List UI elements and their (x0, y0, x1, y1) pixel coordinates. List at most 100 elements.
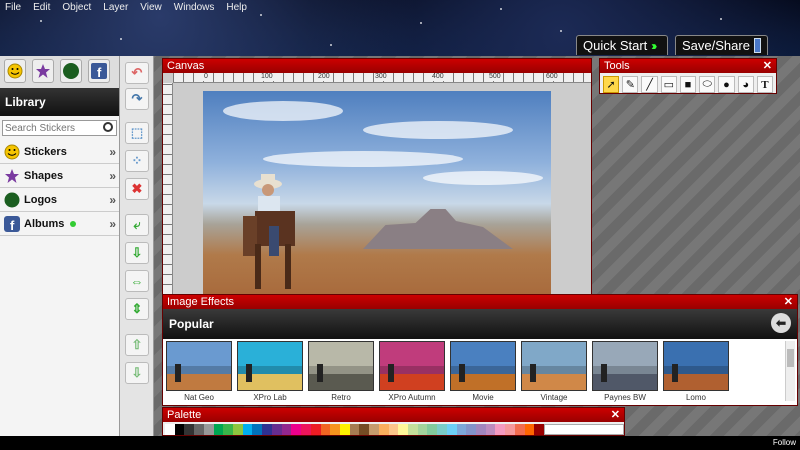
follow-link[interactable]: Follow (773, 438, 796, 447)
chevrons-right-icon[interactable]: » (109, 145, 115, 159)
menu-help[interactable]: Help (221, 0, 254, 16)
color-swatch[interactable] (233, 424, 243, 435)
undo-button[interactable]: ↶ (125, 62, 149, 84)
color-swatch[interactable] (456, 424, 467, 435)
color-swatch[interactable] (271, 424, 282, 435)
chevrons-right-icon[interactable]: » (109, 193, 115, 207)
effect-thumbnail[interactable]: Paynes BW (591, 341, 659, 405)
delete-button[interactable]: ✖ (125, 178, 149, 200)
color-swatch[interactable] (320, 424, 331, 435)
shapes-tab-button[interactable] (32, 59, 54, 83)
scrollbar-thumb[interactable] (787, 349, 794, 367)
color-swatch[interactable] (194, 424, 204, 435)
sticker-search-input[interactable] (3, 121, 99, 135)
library-item-shapes[interactable]: Shapes » (0, 164, 119, 188)
effect-thumbnail[interactable]: Lomo (662, 341, 730, 405)
close-icon[interactable]: ✕ (784, 295, 793, 309)
search-icon[interactable] (103, 122, 113, 132)
chevrons-right-icon[interactable]: » (109, 169, 115, 183)
color-swatch[interactable] (281, 424, 292, 435)
flip-vertical-button[interactable]: ⇕ (125, 298, 149, 320)
color-swatch[interactable] (446, 424, 457, 435)
color-swatch[interactable] (388, 424, 399, 435)
effect-thumbnail[interactable]: Nat Geo (165, 341, 233, 405)
rectangle-filled-tool-button[interactable]: ■ (679, 76, 697, 93)
color-swatch[interactable] (495, 424, 506, 435)
color-swatch[interactable] (534, 424, 545, 435)
color-swatch[interactable] (310, 424, 321, 435)
color-swatch[interactable] (407, 424, 418, 435)
color-swatch[interactable] (223, 424, 234, 435)
menu-file[interactable]: File (0, 0, 28, 16)
menu-windows[interactable]: Windows (169, 0, 222, 16)
effect-thumbnail[interactable]: Vintage (520, 341, 588, 405)
color-swatch[interactable] (330, 424, 340, 435)
effect-thumbnail[interactable]: Movie (449, 341, 517, 405)
color-swatch[interactable] (203, 424, 214, 435)
color-swatch[interactable] (466, 424, 476, 435)
color-swatch[interactable] (514, 424, 525, 435)
color-swatch[interactable] (349, 424, 360, 435)
effect-thumbnail[interactable]: XPro Lab (236, 341, 304, 405)
stickers-tab-button[interactable] (4, 59, 26, 83)
library-item-logos[interactable]: Logos » (0, 188, 119, 212)
color-swatch[interactable] (165, 424, 175, 435)
flip-horizontal-button[interactable]: ⇔ (125, 270, 149, 292)
line-tool-button[interactable]: ╱ (641, 76, 658, 93)
color-swatch[interactable] (174, 424, 185, 435)
pointer-tool-button[interactable]: ➚ (603, 76, 620, 93)
color-swatch[interactable] (485, 424, 496, 435)
logos-tab-button[interactable] (60, 59, 82, 83)
select-all-button[interactable]: ⬚ (125, 122, 149, 144)
menu-edit[interactable]: Edit (28, 0, 57, 16)
bring-forward-button[interactable]: ⇧ (125, 334, 149, 356)
back-arrow-icon[interactable]: ⬅ (771, 313, 791, 333)
color-swatch[interactable] (398, 424, 408, 435)
save-share-button[interactable]: Save/Share (675, 35, 768, 55)
color-swatch[interactable] (476, 424, 486, 435)
color-swatch[interactable] (359, 424, 370, 435)
rectangle-outline-tool-button[interactable]: ▭ (660, 76, 677, 93)
move-down-button[interactable]: ⤶ (125, 214, 149, 236)
close-icon[interactable]: ✕ (763, 59, 772, 73)
menu-layer[interactable]: Layer (98, 0, 135, 16)
color-swatch[interactable] (184, 424, 195, 435)
effect-thumbnail[interactable]: XPro Autumn (378, 341, 446, 405)
color-swatch[interactable] (505, 424, 515, 435)
library-item-albums[interactable]: f Albums » (0, 212, 119, 236)
quick-start-button[interactable]: Quick Start ››› (576, 35, 668, 55)
color-swatch[interactable] (252, 424, 263, 435)
send-back-button[interactable]: ⇩ (125, 242, 149, 264)
color-swatch[interactable] (427, 424, 438, 435)
color-swatch[interactable] (242, 424, 253, 435)
albums-tab-button[interactable]: f (88, 59, 110, 83)
color-swatch[interactable] (437, 424, 447, 435)
close-icon[interactable]: ✕ (611, 408, 620, 422)
circle-tool-button[interactable]: ● (718, 76, 735, 93)
color-swatch[interactable] (339, 424, 350, 435)
color-swatch[interactable] (213, 424, 224, 435)
redo-button[interactable]: ↷ (125, 88, 149, 110)
send-backward-button[interactable]: ⇩ (125, 362, 149, 384)
chevrons-right-icon[interactable]: » (109, 217, 115, 231)
effect-thumbnail[interactable]: Retro (307, 341, 375, 405)
color-swatch[interactable] (291, 424, 302, 435)
menu-view[interactable]: View (135, 0, 169, 16)
color-swatch[interactable] (262, 424, 272, 435)
ellipse-tool-button[interactable]: ⬭ (699, 76, 716, 93)
color-swatch[interactable] (417, 424, 428, 435)
effects-scrollbar[interactable] (785, 341, 795, 401)
color-swatch[interactable] (369, 424, 379, 435)
freeform-shape-tool-button[interactable]: ◕ (737, 76, 754, 93)
menu-object[interactable]: Object (57, 0, 98, 16)
text-tool-button[interactable]: T (756, 76, 773, 93)
brush-tool-button[interactable]: ✎ (622, 76, 639, 93)
canvas-photo[interactable] (203, 91, 551, 296)
deselect-button[interactable]: ⁘ (125, 150, 149, 172)
color-swatch[interactable] (524, 424, 535, 435)
library-item-stickers[interactable]: Stickers » (0, 140, 119, 164)
color-swatch[interactable] (301, 424, 311, 435)
color-swatch[interactable] (544, 424, 624, 435)
effects-thumbnails: Nat Geo XPro Lab Retro XPro Autumn Movie Vint… (163, 339, 797, 405)
color-swatch[interactable] (378, 424, 389, 435)
